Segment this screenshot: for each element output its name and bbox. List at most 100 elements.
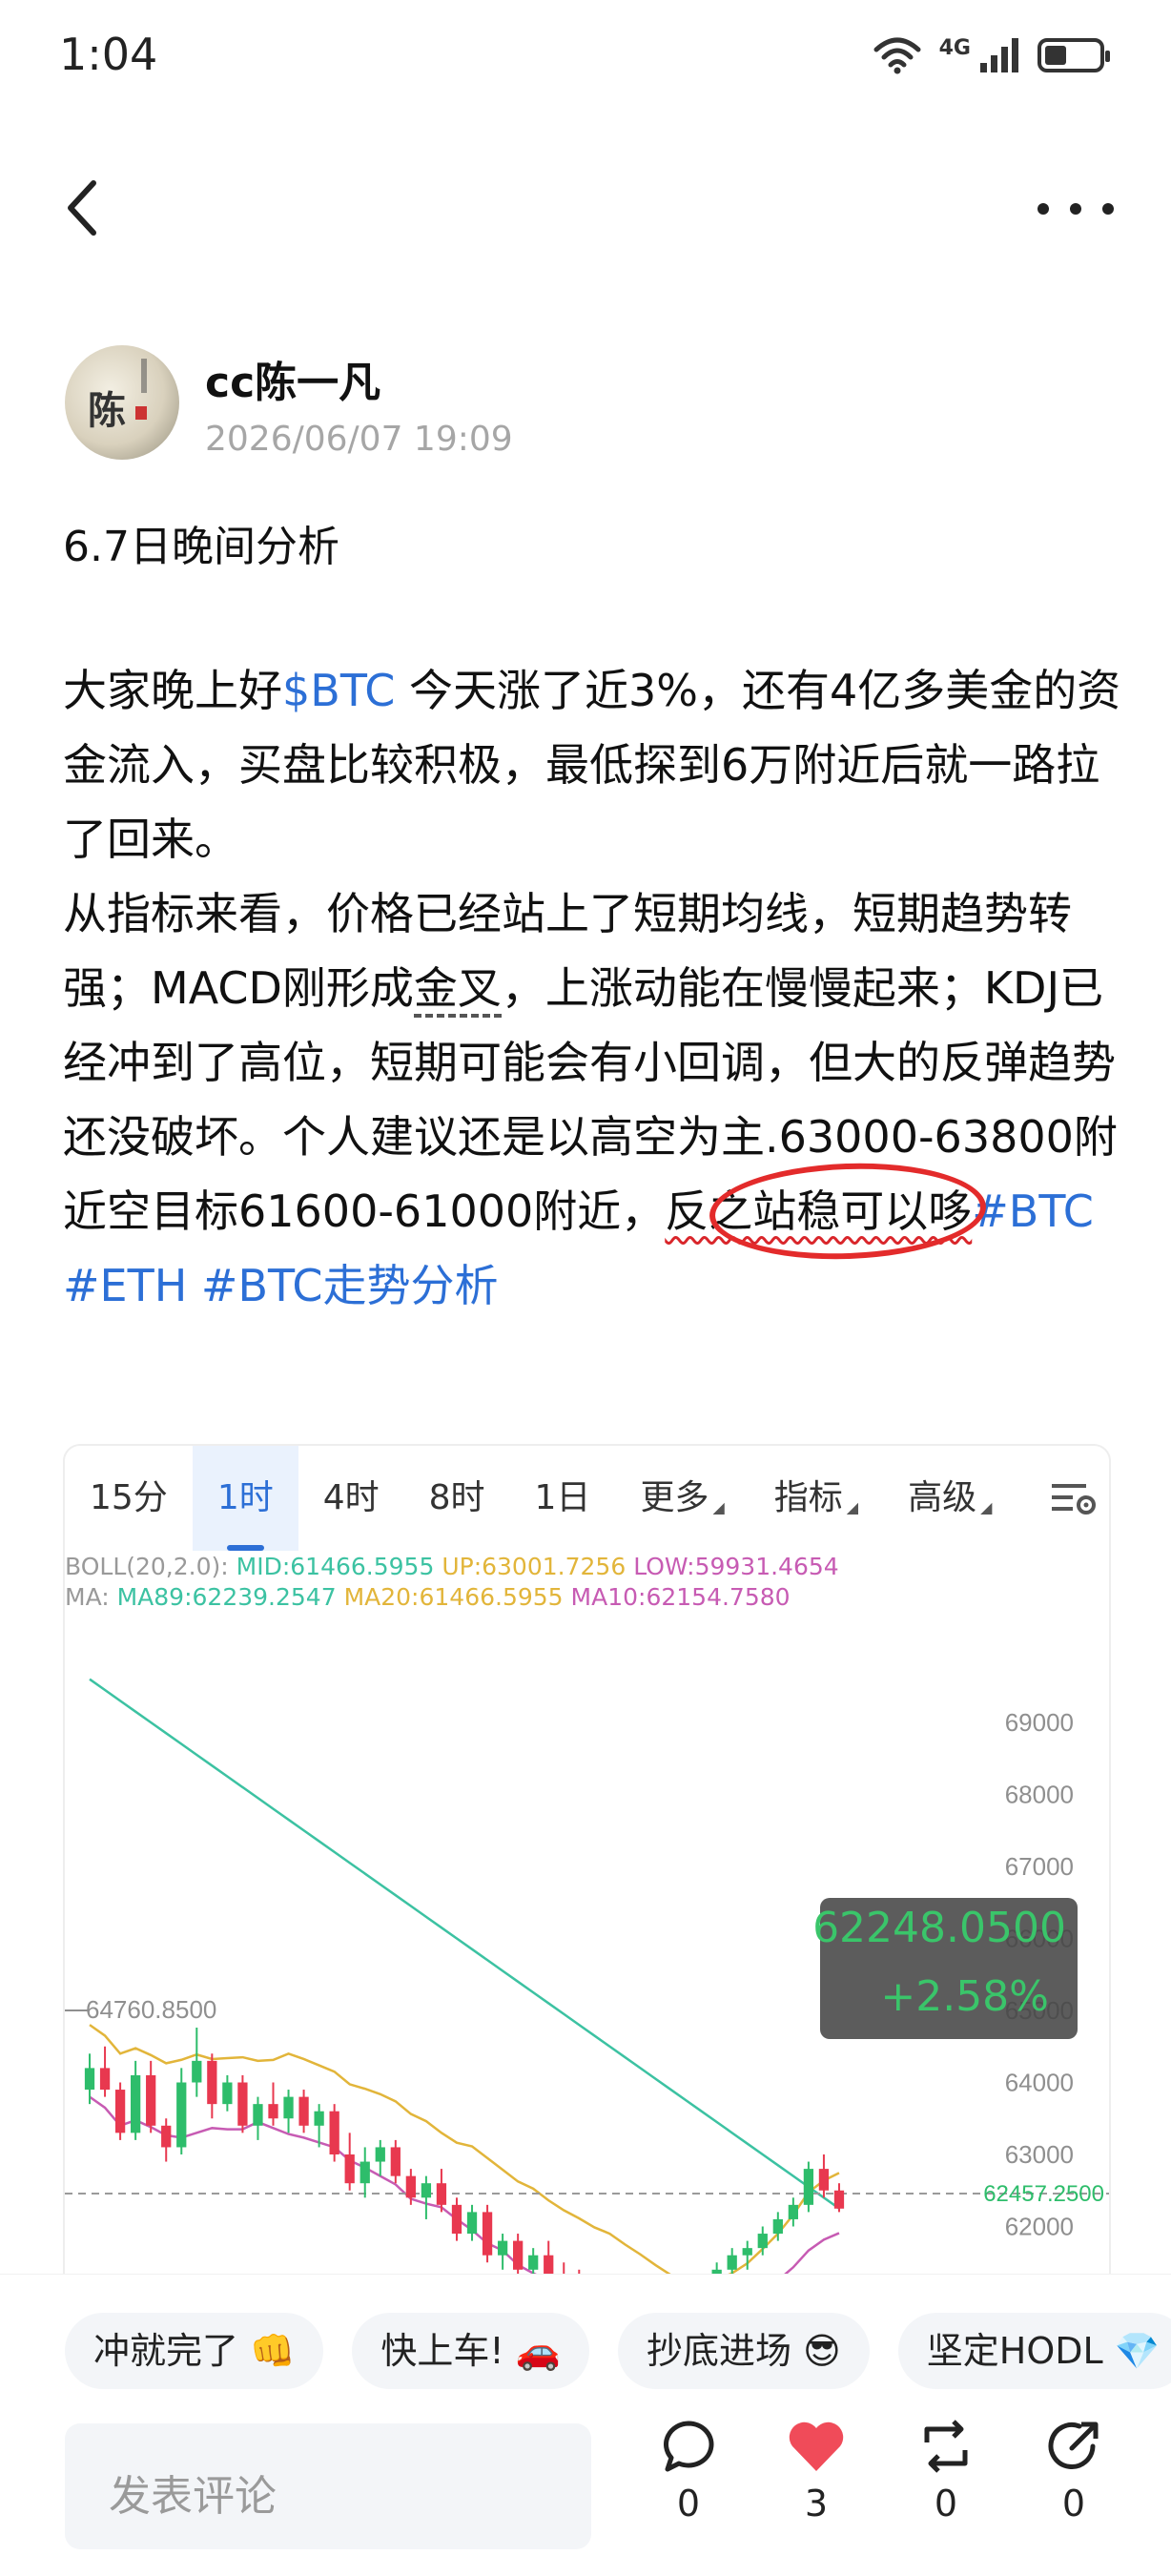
candle-body: [772, 2218, 783, 2235]
back-button[interactable]: [59, 170, 107, 246]
candle-body: [298, 2096, 309, 2126]
current-price: 62248.0500: [812, 1904, 1066, 1952]
candle-body: [757, 2234, 768, 2249]
candle-body: [360, 2161, 370, 2184]
candle-body: [329, 2111, 339, 2154]
candle-body: [742, 2248, 752, 2256]
tab-more[interactable]: 更多 ◢: [615, 1446, 749, 1551]
caret-down-icon: ◢: [846, 1498, 859, 1516]
like-button[interactable]: 3: [778, 2418, 854, 2524]
avatar-ink: [141, 359, 147, 393]
share-icon: [1048, 2421, 1099, 2469]
more-options-button[interactable]: [1037, 175, 1114, 242]
candle-body: [528, 2255, 539, 2270]
repost-count: 0: [934, 2483, 958, 2524]
status-time: 1:04: [59, 29, 158, 80]
tab-15m[interactable]: 15分: [65, 1446, 193, 1551]
candle-body: [161, 2125, 172, 2148]
comment-button[interactable]: 0: [650, 2418, 727, 2524]
signal-icon: [980, 38, 1018, 72]
candle-body: [268, 2104, 278, 2119]
tab-label: 8时: [428, 1478, 485, 1517]
current-price-box: 62248.0500 +2.58%: [812, 1898, 1078, 2039]
caret-down-icon: ◢: [712, 1498, 725, 1516]
tab-label: 1时: [216, 1478, 274, 1517]
more-dot-icon: [1037, 203, 1049, 215]
y-tick-label: 68000: [1005, 1781, 1074, 1809]
comment-bubble-icon: [664, 2421, 714, 2472]
repost-button[interactable]: 0: [908, 2418, 984, 2524]
post-paragraph-2: 从指标来看，价格已经站上了短期均线，短期趋势转强；MACD刚形成金叉，上涨动能在…: [63, 876, 1121, 1323]
ma89-value: MA89:62239.2547: [116, 1583, 337, 1611]
hashtag-btc-trend[interactable]: #BTC走势分析: [201, 1260, 499, 1311]
battery-icon: [1037, 38, 1110, 72]
high-marker-label: 64760.8500: [86, 1995, 216, 2024]
boll-indicator-line: BOLL(20,2.0): MID:61466.5955 UP:63001.72…: [65, 1553, 839, 1580]
avatar-calligraphy: 陈: [88, 388, 126, 433]
reaction-chip[interactable]: 冲就完了 👊: [65, 2313, 324, 2389]
author-name[interactable]: cc陈一凡: [205, 348, 380, 409]
candle-body: [314, 2111, 324, 2126]
tab-label: 1日: [534, 1478, 591, 1517]
ma89-line: [89, 1678, 840, 2210]
post-title: 6.7日晚间分析: [63, 523, 339, 571]
candle-body: [818, 2169, 830, 2191]
tab-label: 指标: [773, 1478, 843, 1517]
tab-indicators[interactable]: 指标 ◢: [750, 1446, 883, 1551]
price-change: +2.58%: [880, 1972, 1049, 2021]
boll-mid: MID:61466.5955: [236, 1553, 435, 1580]
candle-body: [253, 2104, 263, 2126]
ma20-line: [89, 2024, 840, 2285]
tab-1h[interactable]: 1时: [192, 1446, 298, 1551]
status-icons: 4G: [873, 34, 1110, 76]
share-button[interactable]: 0: [1036, 2418, 1112, 2524]
tab-8h[interactable]: 8时: [404, 1446, 510, 1551]
post-paragraph-1: 大家晚上好$BTC 今天涨了近3%，还有4亿多美金的资金流入，买盘比较积极，最低…: [63, 653, 1121, 876]
avatar[interactable]: 陈: [65, 345, 179, 460]
chart-settings-icon[interactable]: [1050, 1480, 1098, 1518]
candle-body: [375, 2147, 385, 2162]
tab-4h[interactable]: 4时: [298, 1446, 404, 1551]
candle-body: [114, 2090, 126, 2133]
candle-body: [99, 2068, 111, 2091]
candle-body: [833, 2190, 845, 2209]
heart-icon: [789, 2421, 844, 2471]
candle-body: [237, 2082, 248, 2126]
caret-down-icon: ◢: [980, 1498, 993, 1516]
hashtag-btc[interactable]: #BTC: [972, 1185, 1094, 1237]
comment-input[interactable]: 发表评论: [65, 2423, 591, 2549]
reaction-chip[interactable]: 坚定HODL 💎: [897, 2313, 1171, 2389]
ticker-link-btc[interactable]: $BTC: [282, 665, 395, 716]
comment-count: 0: [676, 2483, 701, 2524]
candle-body: [421, 2183, 432, 2198]
candle-body: [788, 2204, 798, 2219]
tab-advanced[interactable]: 高级 ◢: [883, 1446, 1017, 1551]
candle-body: [222, 2082, 233, 2105]
network-type: 4G: [938, 35, 971, 60]
hashtag-eth[interactable]: #ETH: [63, 1260, 187, 1311]
timeframe-tabs: 15分 1时 4时 8时 1日 更多 ◢ 指标 ◢ 高级 ◢: [65, 1446, 1109, 1551]
like-count: 3: [804, 2483, 829, 2524]
reaction-chip[interactable]: 抄底进场 😎: [618, 2313, 870, 2389]
more-dot-icon: [1070, 203, 1081, 215]
comment-placeholder: 发表评论: [109, 2472, 277, 2521]
y-tick-label: 67000: [1005, 1852, 1074, 1881]
candle-body: [146, 2074, 156, 2126]
last-price-label: 62457.2500: [983, 2181, 1104, 2207]
candle-body: [436, 2183, 447, 2205]
post-text: 大家晚上好: [63, 665, 282, 716]
candle-body: [727, 2255, 737, 2270]
candle-body: [405, 2175, 416, 2198]
tab-1d[interactable]: 1日: [510, 1446, 616, 1551]
reaction-chip[interactable]: 快上车! 🚗: [352, 2313, 590, 2389]
candle-body: [497, 2240, 508, 2256]
candle-body: [482, 2212, 493, 2256]
candle-body: [84, 2068, 95, 2091]
kline-chart-card[interactable]: 15分 1时 4时 8时 1日 更多 ◢ 指标 ◢ 高级 ◢ BOLL(20,2.0)…: [63, 1444, 1111, 2306]
boll-label: BOLL(20,2.0):: [65, 1553, 229, 1580]
term-golden-cross[interactable]: 金叉: [413, 962, 502, 1018]
avatar-seal: [135, 406, 147, 420]
quick-reactions: 冲就完了 👊 快上车! 🚗 抄底进场 😎 坚定HODL 💎: [65, 2313, 1171, 2389]
boll-low: LOW:59931.4654: [633, 1553, 839, 1580]
y-tick-label: 69000: [1005, 1708, 1074, 1737]
